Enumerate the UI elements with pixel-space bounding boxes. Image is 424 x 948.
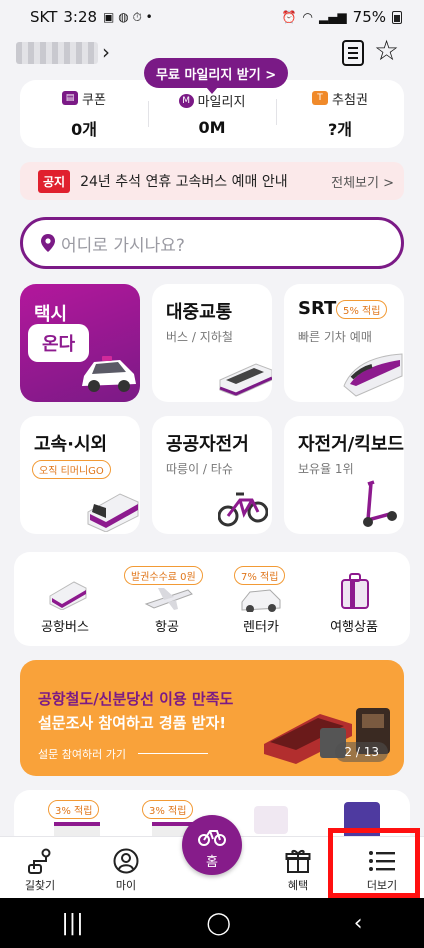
nav-my-label: 마이 (115, 879, 137, 892)
luggage-icon (341, 573, 369, 609)
bike-title: 공공자전거 (166, 434, 249, 455)
destination-search[interactable]: 어디로 가시나요? (20, 217, 404, 269)
profile-icon (86, 847, 166, 875)
transit-title: 대중교통 (166, 302, 233, 323)
battery-icon (392, 10, 402, 24)
mileage-label: 마일리지 (197, 95, 246, 110)
bicycle-icon (218, 492, 268, 527)
scooter-card[interactable]: 자전거/킥보드 보유율 1위 (284, 416, 404, 534)
express-title: 고속·시외 (34, 434, 108, 455)
nav-route-label: 길찾기 (24, 879, 56, 892)
alarm-icon: ⏰ (281, 10, 297, 24)
taxi-card[interactable]: 택시 온다 (20, 284, 140, 402)
mileage-summary[interactable]: M 마일리지 0M (148, 91, 276, 137)
back-icon[interactable]: ‹ (354, 911, 363, 936)
nav-benefits-label: 혜택 (287, 879, 309, 892)
raffle-ticket-icon: T (312, 91, 329, 105)
wifi-icon: ◠ (302, 10, 313, 24)
nav-my[interactable]: 마이 (86, 837, 166, 893)
user-name-blurred[interactable] (16, 42, 98, 64)
raffle-label: 추첨권 (332, 92, 368, 108)
srt-sub: 빠른 기차 예매 (298, 330, 372, 344)
home-circle-icon[interactable]: ◯ (206, 911, 231, 936)
banner-cta[interactable]: 설문 참여하러 가기 (38, 746, 126, 762)
nav-route[interactable]: 길찾기 (0, 837, 80, 893)
route-icon (0, 847, 80, 875)
home-bike-icon (198, 830, 226, 846)
mileage-value: 0M (198, 118, 226, 137)
system-navigation-bar: ||| ◯ ‹ (0, 898, 424, 948)
banner-line1: 공항철도/신분당선 이용 만족도 (38, 690, 234, 708)
airport-bus-label: 공항버스 (41, 620, 89, 635)
notice-badge: 공지 (38, 169, 71, 193)
banner-line2: 설문조사 참여하고 경품 받자! (38, 714, 227, 732)
coupon-label: 쿠폰 (82, 92, 106, 108)
travel-label: 여행상품 (330, 620, 378, 635)
srt-title: SRT (298, 298, 337, 319)
bike-sub: 따릉이 / 타슈 (166, 462, 233, 476)
search-placeholder: 어디로 가시나요? (61, 235, 185, 256)
rental-car-icon (241, 589, 281, 612)
scooter-sub: 보유율 1위 (298, 462, 354, 476)
public-transit-card[interactable]: 대중교통 버스 / 지하철 (152, 284, 272, 402)
nav-benefits[interactable]: 혜택 (258, 837, 338, 893)
scooter-title: 자전거/킥보드 (298, 434, 404, 455)
transit-sub: 버스 / 지하철 (166, 330, 233, 344)
srt-card[interactable]: SRT 5% 적립 빠른 기차 예매 (284, 284, 404, 402)
flight-label: 항공 (155, 620, 179, 635)
airplane-icon (144, 588, 193, 610)
receipt-icon[interactable] (342, 40, 364, 66)
free-mileage-button[interactable]: 무료 마일리지 받기 > (144, 58, 289, 94)
airport-bus-icon (49, 581, 87, 610)
notice-text: 24년 추석 연휴 고속버스 예매 안내 (80, 174, 288, 190)
raffle-summary[interactable]: T 추첨권 ?개 (276, 89, 404, 140)
coupon-value: 0개 (71, 119, 97, 139)
clock: 3:28 (63, 8, 98, 26)
signal-icon: ▂▄▆ (318, 10, 347, 24)
travel-product-service[interactable]: 여행상품 (306, 552, 402, 646)
coupon-summary[interactable]: ▤ 쿠폰 0개 (20, 89, 148, 140)
taxi-car-icon (82, 356, 136, 392)
location-pin-icon (41, 234, 55, 252)
coupon-icon: ▤ (62, 91, 79, 105)
recent-apps-icon[interactable]: ||| (61, 911, 83, 936)
star-icon[interactable]: ☆ (374, 34, 399, 67)
nav-home-button[interactable]: 홈 (182, 815, 242, 875)
more-button-highlight (328, 828, 420, 898)
carrier: SKT (30, 8, 58, 26)
view-all-link[interactable]: 전체보기 > (331, 172, 394, 191)
promo-tag-1: 3% 적립 (48, 800, 100, 819)
taxi-title: 택시 (34, 304, 68, 325)
nav-home-label: 홈 (206, 855, 218, 870)
banner-page-indicator: 2 / 13 (335, 742, 388, 762)
raffle-value: ?개 (327, 119, 352, 139)
express-bus-card[interactable]: 고속·시외 오직 티머니GO (20, 416, 140, 534)
express-bus-icon (87, 493, 139, 532)
mileage-icon: M (178, 93, 194, 108)
flight-service[interactable]: 발권수수료 0원 항공 (122, 552, 212, 646)
rental-tag: 7% 적립 (234, 566, 286, 585)
services-card: 공항버스 발권수수료 0원 항공 7% 적립 렌터카 여행상품 (14, 552, 410, 646)
rental-label: 렌터카 (243, 620, 279, 635)
srt-reward-tag: 5% 적립 (336, 300, 388, 319)
promo-product-icon (254, 806, 288, 834)
chevron-right-icon[interactable]: › (102, 40, 110, 64)
notification-icons: ▣ ◍ ⏱ • (103, 9, 153, 24)
banner-cta-arrow (138, 753, 208, 754)
subway-train-icon (219, 363, 272, 396)
airport-bus-service[interactable]: 공항버스 (20, 552, 110, 646)
public-bike-card[interactable]: 공공자전거 따릉이 / 타슈 (152, 416, 272, 534)
flight-tag: 발권수수료 0원 (124, 566, 203, 585)
gift-icon (258, 847, 338, 875)
srt-train-icon (343, 353, 403, 397)
express-tag: 오직 티머니GO (32, 460, 111, 479)
notice-banner[interactable]: 공지 24년 추석 연휴 고속버스 예매 안내 전체보기 > (20, 162, 404, 200)
survey-banner[interactable]: 공항철도/신분당선 이용 만족도 설문조사 참여하고 경품 받자! 설문 참여하… (20, 660, 404, 776)
kickboard-icon (363, 480, 397, 527)
status-bar: SKT 3:28 ▣ ◍ ⏱ • ⏰ ◠ ▂▄▆ 75% (0, 0, 424, 34)
rental-car-service[interactable]: 7% 적립 렌터카 (216, 552, 306, 646)
battery-level: 75% (352, 8, 386, 26)
